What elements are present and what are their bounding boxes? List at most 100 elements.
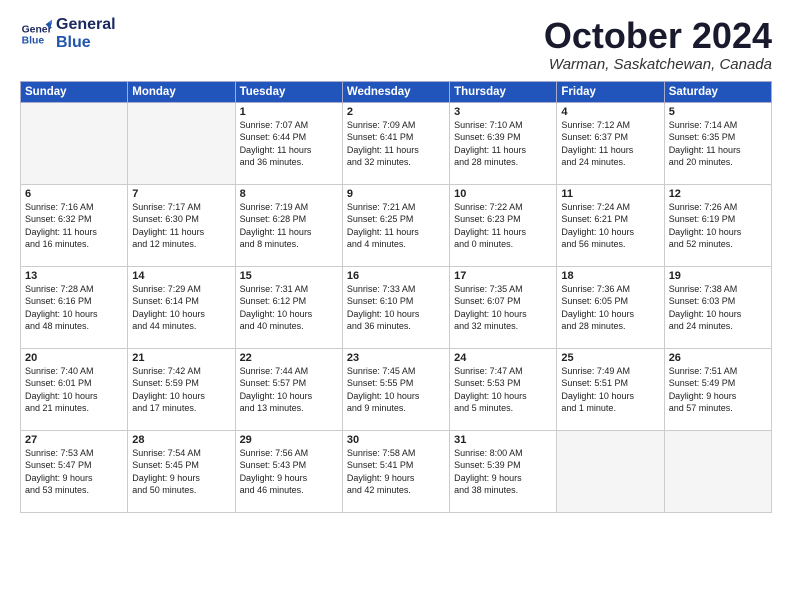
location: Warman, Saskatchewan, Canada [544, 56, 772, 73]
logo-line2: Blue [56, 34, 116, 52]
table-row: 5Sunrise: 7:14 AM Sunset: 6:35 PM Daylig… [664, 102, 771, 184]
day-number: 14 [132, 270, 230, 282]
day-number: 7 [132, 188, 230, 200]
table-row [21, 102, 128, 184]
day-number: 26 [669, 352, 767, 364]
day-info: Sunrise: 7:10 AM Sunset: 6:39 PM Dayligh… [454, 119, 552, 169]
month-title: October 2024 [544, 16, 772, 56]
day-info: Sunrise: 7:51 AM Sunset: 5:49 PM Dayligh… [669, 365, 767, 415]
day-info: Sunrise: 7:07 AM Sunset: 6:44 PM Dayligh… [240, 119, 338, 169]
calendar-week-row: 20Sunrise: 7:40 AM Sunset: 6:01 PM Dayli… [21, 348, 772, 430]
day-number: 30 [347, 434, 445, 446]
day-info: Sunrise: 7:19 AM Sunset: 6:28 PM Dayligh… [240, 201, 338, 251]
table-row: 21Sunrise: 7:42 AM Sunset: 5:59 PM Dayli… [128, 348, 235, 430]
day-number: 3 [454, 106, 552, 118]
table-row: 18Sunrise: 7:36 AM Sunset: 6:05 PM Dayli… [557, 266, 664, 348]
calendar-header-row: Sunday Monday Tuesday Wednesday Thursday… [21, 81, 772, 102]
calendar-week-row: 6Sunrise: 7:16 AM Sunset: 6:32 PM Daylig… [21, 184, 772, 266]
day-number: 6 [25, 188, 123, 200]
header: General Blue General Blue October 2024 W… [20, 16, 772, 73]
page: General Blue General Blue October 2024 W… [0, 0, 792, 612]
day-number: 21 [132, 352, 230, 364]
day-info: Sunrise: 7:31 AM Sunset: 6:12 PM Dayligh… [240, 283, 338, 333]
day-number: 16 [347, 270, 445, 282]
logo: General Blue General Blue [20, 16, 116, 52]
day-info: Sunrise: 7:45 AM Sunset: 5:55 PM Dayligh… [347, 365, 445, 415]
day-info: Sunrise: 7:44 AM Sunset: 5:57 PM Dayligh… [240, 365, 338, 415]
day-info: Sunrise: 7:54 AM Sunset: 5:45 PM Dayligh… [132, 447, 230, 497]
table-row: 3Sunrise: 7:10 AM Sunset: 6:39 PM Daylig… [450, 102, 557, 184]
table-row: 7Sunrise: 7:17 AM Sunset: 6:30 PM Daylig… [128, 184, 235, 266]
day-info: Sunrise: 7:12 AM Sunset: 6:37 PM Dayligh… [561, 119, 659, 169]
day-number: 28 [132, 434, 230, 446]
day-number: 9 [347, 188, 445, 200]
table-row: 12Sunrise: 7:26 AM Sunset: 6:19 PM Dayli… [664, 184, 771, 266]
day-number: 2 [347, 106, 445, 118]
table-row: 1Sunrise: 7:07 AM Sunset: 6:44 PM Daylig… [235, 102, 342, 184]
table-row: 16Sunrise: 7:33 AM Sunset: 6:10 PM Dayli… [342, 266, 449, 348]
table-row: 17Sunrise: 7:35 AM Sunset: 6:07 PM Dayli… [450, 266, 557, 348]
table-row: 27Sunrise: 7:53 AM Sunset: 5:47 PM Dayli… [21, 430, 128, 512]
title-block: October 2024 Warman, Saskatchewan, Canad… [544, 16, 772, 73]
day-number: 8 [240, 188, 338, 200]
table-row: 15Sunrise: 7:31 AM Sunset: 6:12 PM Dayli… [235, 266, 342, 348]
day-number: 11 [561, 188, 659, 200]
table-row: 28Sunrise: 7:54 AM Sunset: 5:45 PM Dayli… [128, 430, 235, 512]
day-info: Sunrise: 7:09 AM Sunset: 6:41 PM Dayligh… [347, 119, 445, 169]
day-number: 10 [454, 188, 552, 200]
table-row: 19Sunrise: 7:38 AM Sunset: 6:03 PM Dayli… [664, 266, 771, 348]
day-number: 22 [240, 352, 338, 364]
col-wednesday: Wednesday [342, 81, 449, 102]
calendar-week-row: 27Sunrise: 7:53 AM Sunset: 5:47 PM Dayli… [21, 430, 772, 512]
day-info: Sunrise: 7:26 AM Sunset: 6:19 PM Dayligh… [669, 201, 767, 251]
day-info: Sunrise: 7:16 AM Sunset: 6:32 PM Dayligh… [25, 201, 123, 251]
day-number: 19 [669, 270, 767, 282]
day-number: 17 [454, 270, 552, 282]
day-number: 24 [454, 352, 552, 364]
day-info: Sunrise: 7:40 AM Sunset: 6:01 PM Dayligh… [25, 365, 123, 415]
day-info: Sunrise: 7:17 AM Sunset: 6:30 PM Dayligh… [132, 201, 230, 251]
table-row: 2Sunrise: 7:09 AM Sunset: 6:41 PM Daylig… [342, 102, 449, 184]
day-info: Sunrise: 7:36 AM Sunset: 6:05 PM Dayligh… [561, 283, 659, 333]
col-thursday: Thursday [450, 81, 557, 102]
day-info: Sunrise: 7:58 AM Sunset: 5:41 PM Dayligh… [347, 447, 445, 497]
day-info: Sunrise: 8:00 AM Sunset: 5:39 PM Dayligh… [454, 447, 552, 497]
calendar-table: Sunday Monday Tuesday Wednesday Thursday… [20, 81, 772, 513]
day-info: Sunrise: 7:38 AM Sunset: 6:03 PM Dayligh… [669, 283, 767, 333]
day-info: Sunrise: 7:53 AM Sunset: 5:47 PM Dayligh… [25, 447, 123, 497]
day-number: 25 [561, 352, 659, 364]
table-row: 4Sunrise: 7:12 AM Sunset: 6:37 PM Daylig… [557, 102, 664, 184]
col-friday: Friday [557, 81, 664, 102]
table-row [664, 430, 771, 512]
day-info: Sunrise: 7:47 AM Sunset: 5:53 PM Dayligh… [454, 365, 552, 415]
day-info: Sunrise: 7:33 AM Sunset: 6:10 PM Dayligh… [347, 283, 445, 333]
day-number: 15 [240, 270, 338, 282]
day-info: Sunrise: 7:42 AM Sunset: 5:59 PM Dayligh… [132, 365, 230, 415]
col-tuesday: Tuesday [235, 81, 342, 102]
day-number: 20 [25, 352, 123, 364]
table-row [128, 102, 235, 184]
table-row: 9Sunrise: 7:21 AM Sunset: 6:25 PM Daylig… [342, 184, 449, 266]
table-row: 31Sunrise: 8:00 AM Sunset: 5:39 PM Dayli… [450, 430, 557, 512]
svg-text:Blue: Blue [22, 36, 45, 47]
day-number: 29 [240, 434, 338, 446]
day-number: 27 [25, 434, 123, 446]
day-info: Sunrise: 7:49 AM Sunset: 5:51 PM Dayligh… [561, 365, 659, 415]
table-row: 25Sunrise: 7:49 AM Sunset: 5:51 PM Dayli… [557, 348, 664, 430]
day-info: Sunrise: 7:56 AM Sunset: 5:43 PM Dayligh… [240, 447, 338, 497]
table-row: 22Sunrise: 7:44 AM Sunset: 5:57 PM Dayli… [235, 348, 342, 430]
day-number: 5 [669, 106, 767, 118]
col-monday: Monday [128, 81, 235, 102]
col-sunday: Sunday [21, 81, 128, 102]
table-row: 6Sunrise: 7:16 AM Sunset: 6:32 PM Daylig… [21, 184, 128, 266]
table-row: 30Sunrise: 7:58 AM Sunset: 5:41 PM Dayli… [342, 430, 449, 512]
col-saturday: Saturday [664, 81, 771, 102]
table-row: 20Sunrise: 7:40 AM Sunset: 6:01 PM Dayli… [21, 348, 128, 430]
day-number: 4 [561, 106, 659, 118]
table-row: 8Sunrise: 7:19 AM Sunset: 6:28 PM Daylig… [235, 184, 342, 266]
day-number: 18 [561, 270, 659, 282]
table-row [557, 430, 664, 512]
day-number: 12 [669, 188, 767, 200]
day-number: 13 [25, 270, 123, 282]
table-row: 10Sunrise: 7:22 AM Sunset: 6:23 PM Dayli… [450, 184, 557, 266]
